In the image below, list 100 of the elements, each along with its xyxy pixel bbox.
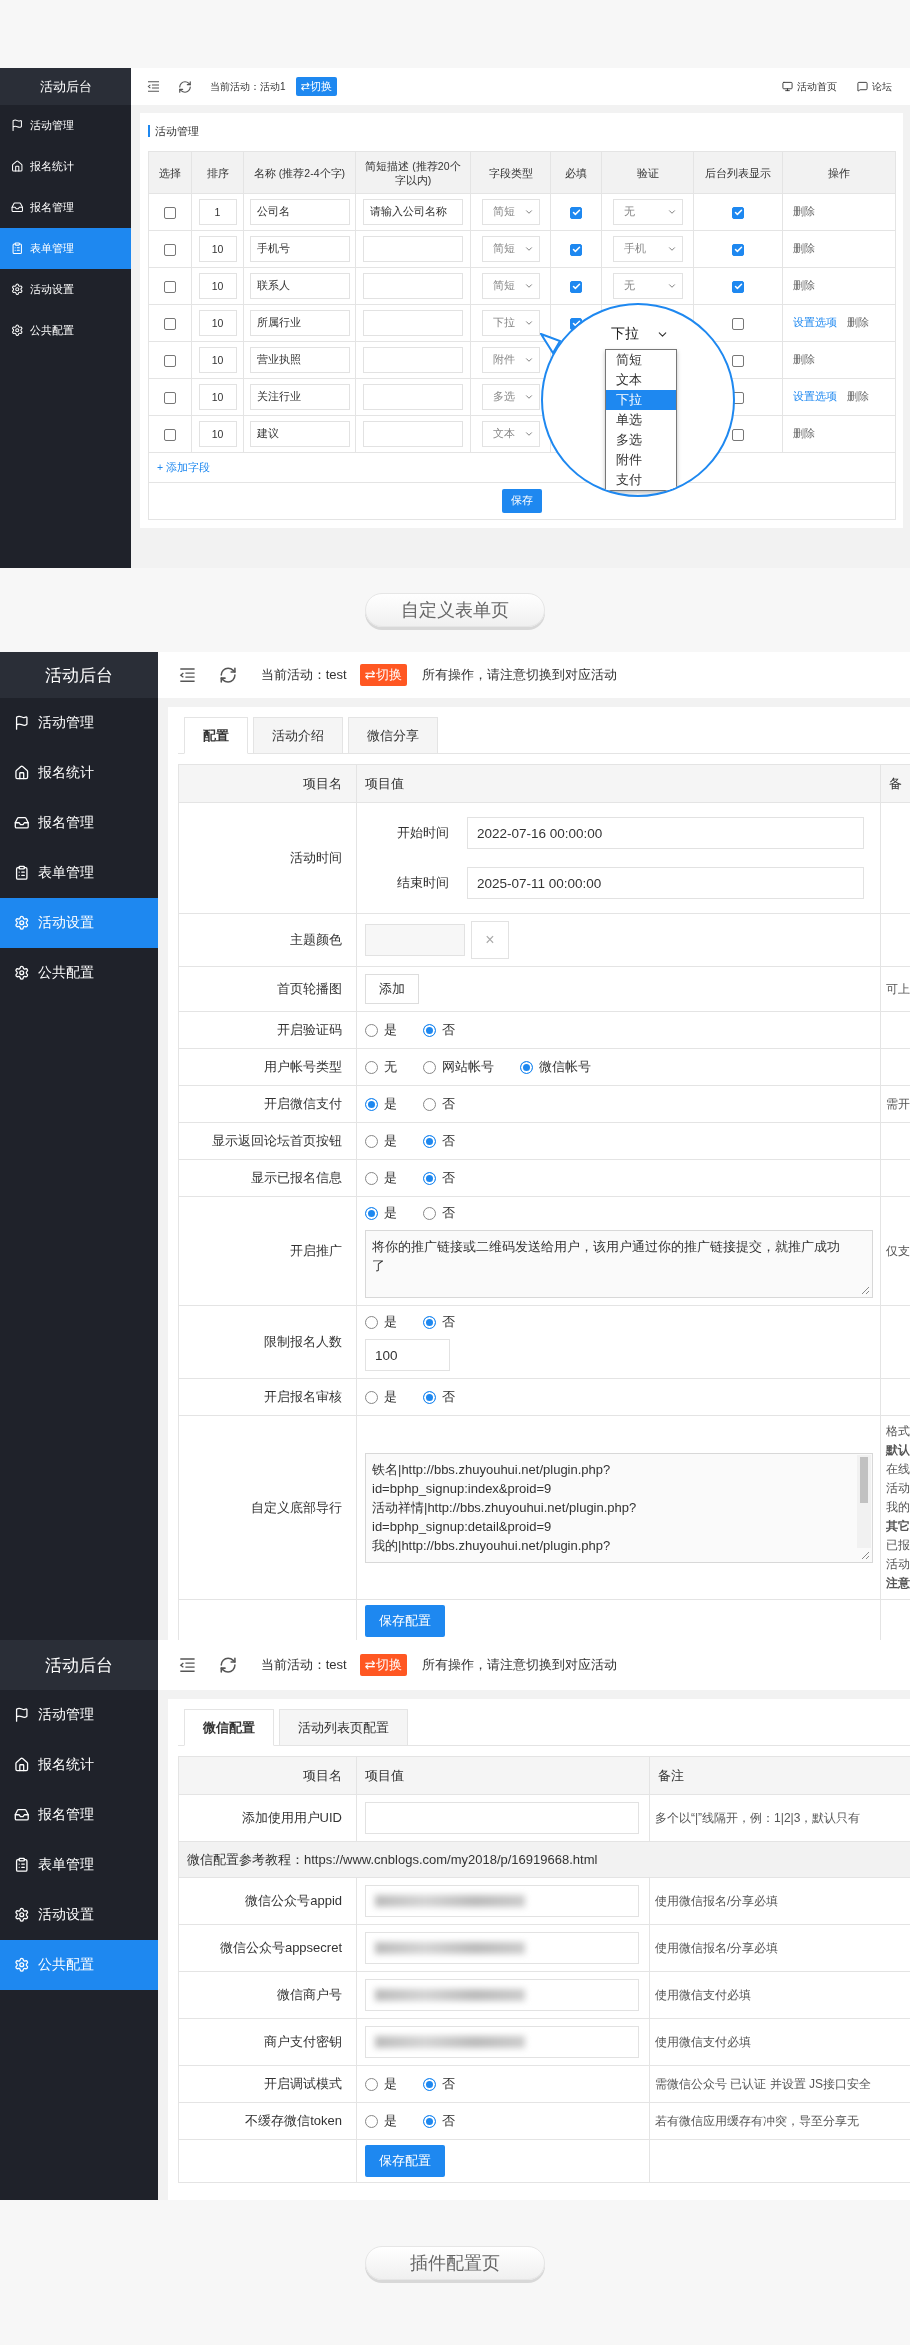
save-button[interactable]: 保存配置	[365, 2145, 445, 2177]
radio-button[interactable]	[423, 1023, 436, 1037]
delete-link[interactable]: 删除	[847, 316, 869, 328]
checkbox[interactable]	[732, 206, 744, 219]
delete-link[interactable]: 删除	[793, 353, 815, 365]
field-type-select[interactable]: 多选	[481, 384, 540, 410]
text-area[interactable]: 将你的推广链接或二维码发送给用户，该用户通过你的推广链接提交，就推广成功了	[365, 1230, 873, 1298]
sidebar-item[interactable]: 公共配置	[0, 948, 158, 998]
radio-button[interactable]	[423, 1097, 436, 1111]
radio-button[interactable]	[423, 1206, 436, 1220]
text-field[interactable]	[365, 2026, 639, 2058]
checkbox[interactable]	[164, 206, 176, 219]
name-field[interactable]: 公司名	[249, 199, 350, 225]
radio-button[interactable]	[365, 1060, 378, 1074]
dropdown-option[interactable]: 文本	[606, 370, 676, 390]
sidebar-item[interactable]: 活动设置	[0, 269, 131, 310]
radio-button[interactable]	[365, 1315, 378, 1329]
radio-button[interactable]	[423, 1171, 436, 1185]
refresh-icon[interactable]	[219, 1655, 238, 1675]
sidebar-item[interactable]: 报名统计	[0, 146, 131, 187]
field-type-select[interactable]: 文本	[481, 421, 540, 447]
delete-link[interactable]: 删除	[847, 390, 869, 402]
dropdown-option[interactable]: 下拉	[606, 390, 676, 410]
radio-button[interactable]	[423, 2077, 436, 2091]
checkbox[interactable]	[570, 206, 582, 219]
radio-button[interactable]	[365, 2114, 378, 2128]
field-type-select[interactable]: 简短	[481, 199, 540, 225]
verify-select[interactable]: 手机	[612, 236, 683, 262]
radio-button[interactable]	[365, 1390, 378, 1404]
checkbox[interactable]	[164, 243, 176, 256]
color-field[interactable]	[365, 924, 465, 956]
tab[interactable]: 配置	[184, 717, 248, 754]
name-field[interactable]: 营业执照	[249, 347, 350, 373]
dropdown-option[interactable]: 多选	[606, 430, 676, 450]
sidebar-item[interactable]: 公共配置	[0, 1940, 158, 1990]
checkbox[interactable]	[164, 280, 176, 293]
sidebar-item[interactable]: 报名管理	[0, 798, 158, 848]
verify-select[interactable]: 无	[612, 273, 683, 299]
resize-handle-icon[interactable]	[861, 1550, 870, 1560]
radio-button[interactable]	[365, 1023, 378, 1037]
header-link[interactable]: 论坛	[857, 79, 892, 94]
text-field[interactable]	[365, 1885, 639, 1917]
sidebar-item[interactable]: 报名管理	[0, 1790, 158, 1840]
text-field[interactable]	[365, 1932, 639, 1964]
sidebar-item[interactable]: 报名管理	[0, 187, 131, 228]
checkbox[interactable]	[570, 280, 582, 293]
sidebar-item[interactable]: 表单管理	[0, 848, 158, 898]
sidebar-item[interactable]: 活动设置	[0, 1890, 158, 1940]
checkbox[interactable]	[732, 391, 744, 404]
field-type-select[interactable]: 附件	[481, 347, 540, 373]
order-field[interactable]: 10	[198, 347, 237, 373]
checkbox[interactable]	[732, 317, 744, 330]
radio-button[interactable]	[423, 1315, 436, 1329]
checkbox[interactable]	[732, 428, 744, 441]
checkbox[interactable]	[164, 354, 176, 367]
number-field[interactable]: 100	[365, 1339, 450, 1371]
name-field[interactable]: 关注行业	[249, 384, 350, 410]
checkbox[interactable]	[164, 317, 176, 330]
delete-link[interactable]: 删除	[793, 205, 815, 217]
delete-link[interactable]: 删除	[793, 242, 815, 254]
sidebar-item[interactable]: 活动管理	[0, 698, 158, 748]
name-field[interactable]: 联系人	[249, 273, 350, 299]
options-link[interactable]: 设置选项	[793, 390, 837, 402]
menu-toggle-icon[interactable]	[178, 667, 196, 683]
dropdown-option[interactable]: 单选	[606, 410, 676, 430]
radio-button[interactable]	[423, 1134, 436, 1148]
description-field[interactable]	[363, 347, 463, 373]
refresh-icon[interactable]	[219, 665, 238, 685]
save-button[interactable]: 保存	[502, 489, 542, 513]
name-field[interactable]: 所属行业	[249, 310, 350, 336]
order-field[interactable]: 10	[198, 384, 237, 410]
refresh-icon[interactable]	[178, 79, 192, 94]
datetime-field[interactable]: 2025-07-11 00:00:00	[467, 867, 864, 899]
radio-button[interactable]	[423, 1060, 436, 1074]
field-type-select[interactable]: 简短	[481, 273, 540, 299]
tab[interactable]: 微信配置	[184, 1709, 274, 1746]
sidebar-item[interactable]: 活动设置	[0, 898, 158, 948]
radio-button[interactable]	[365, 1134, 378, 1148]
field-type-select[interactable]: 下拉	[611, 321, 669, 347]
description-field[interactable]	[363, 273, 463, 299]
switch-button[interactable]: ⇄切换	[295, 77, 337, 96]
sidebar-item[interactable]: 报名统计	[0, 1740, 158, 1790]
dropdown-option[interactable]: 简短	[606, 350, 676, 370]
dropdown-option[interactable]: 支付	[606, 470, 676, 490]
field-type-select[interactable]: 简短	[481, 236, 540, 262]
tab[interactable]: 活动介绍	[253, 717, 343, 754]
checkbox[interactable]	[732, 243, 744, 256]
checkbox[interactable]	[164, 391, 176, 404]
radio-button[interactable]	[365, 1171, 378, 1185]
datetime-field[interactable]: 2022-07-16 00:00:00	[467, 817, 864, 849]
order-field[interactable]: 1	[198, 199, 237, 225]
checkbox[interactable]	[732, 280, 744, 293]
header-link[interactable]: 活动首页	[782, 79, 837, 94]
name-field[interactable]: 手机号	[249, 236, 350, 262]
delete-link[interactable]: 删除	[793, 279, 815, 291]
dropdown-option[interactable]: 附件	[606, 450, 676, 470]
radio-button[interactable]	[520, 1060, 533, 1074]
add-field-link[interactable]: + 添加字段	[157, 460, 211, 473]
text-field[interactable]	[365, 1802, 639, 1834]
sidebar-item[interactable]: 报名统计	[0, 748, 158, 798]
